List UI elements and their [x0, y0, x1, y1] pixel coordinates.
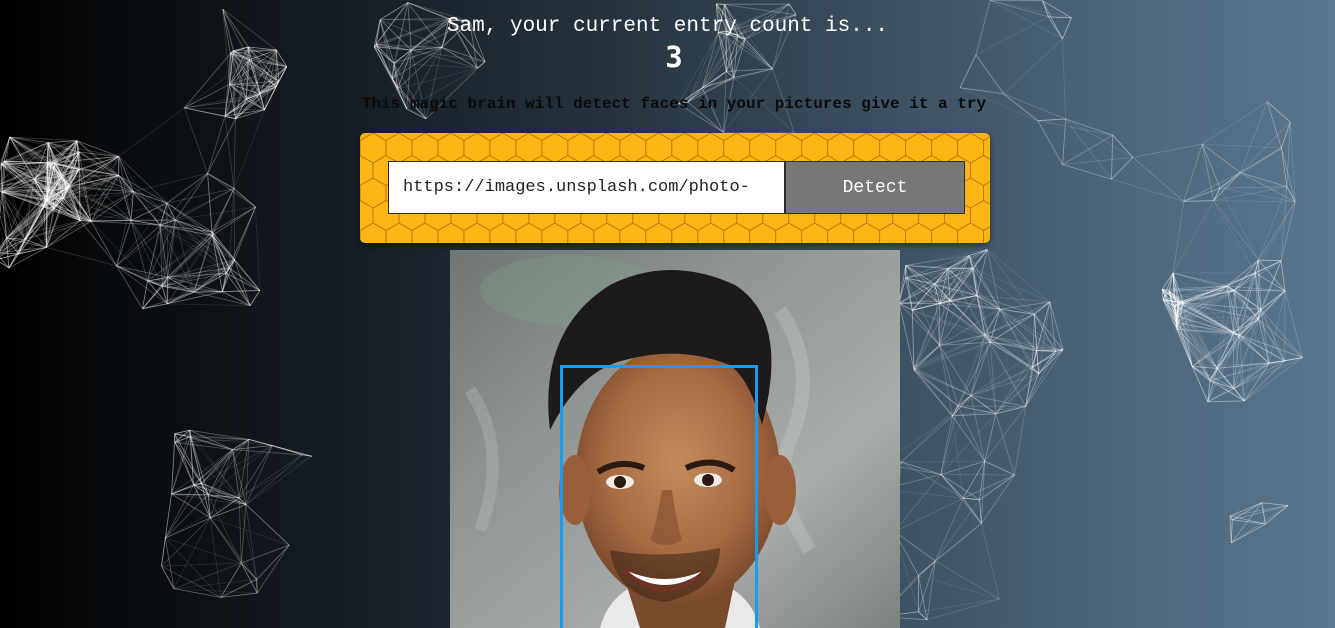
entry-count-message: Sam, your current entry count is...	[446, 15, 889, 38]
face-photo	[450, 250, 900, 628]
detect-button[interactable]: Detect	[785, 161, 965, 214]
image-link-form: Detect	[360, 133, 990, 243]
tagline-text: This magic brain will detect faces in yo…	[361, 95, 987, 113]
face-bounding-box	[560, 365, 758, 628]
entry-count-value: 3	[665, 40, 683, 74]
image-url-input[interactable]	[388, 161, 785, 214]
